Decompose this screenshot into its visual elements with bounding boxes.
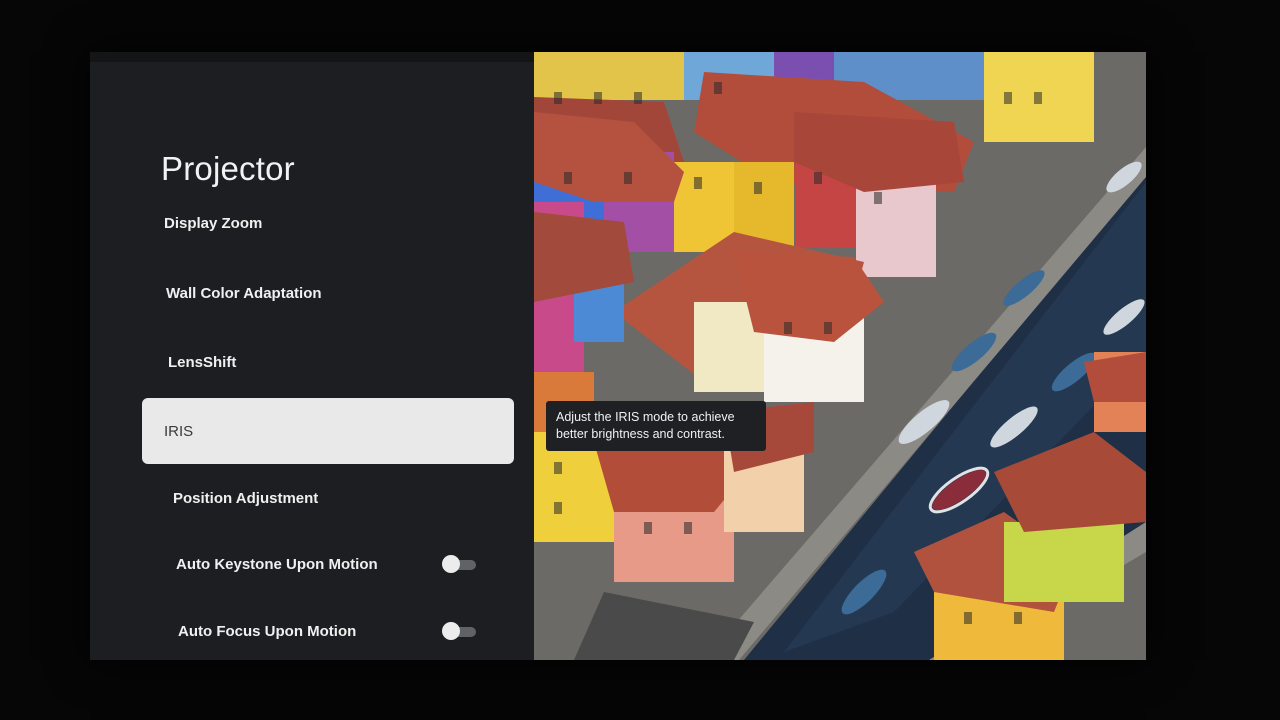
projector-screen: Projector Display Zoom Wall Color Adapta… [90, 52, 1146, 660]
menu-item-label: Wall Color Adaptation [166, 284, 322, 302]
menu-item-label: Display Zoom [164, 214, 263, 232]
settings-panel: Projector Display Zoom Wall Color Adapta… [90, 62, 534, 660]
menu-item-wall-color-adaptation[interactable]: Wall Color Adaptation [142, 260, 514, 326]
toggle-knob [442, 622, 460, 640]
menu-item-display-zoom[interactable]: Display Zoom [142, 190, 514, 256]
menu-item-position-adjustment[interactable]: Position Adjustment [142, 465, 514, 531]
menu-item-label: IRIS [164, 422, 194, 440]
menu-item-lensshift[interactable]: LensShift [142, 329, 514, 395]
menu-item-label: Auto Keystone Upon Motion [176, 555, 378, 573]
iris-tooltip: Adjust the IRIS mode to achieve better b… [546, 401, 766, 451]
auto-keystone-toggle[interactable] [442, 555, 476, 573]
menu-item-iris[interactable]: IRIS [142, 398, 514, 464]
menu-item-label: Auto Focus Upon Motion [178, 622, 357, 640]
auto-focus-toggle[interactable] [442, 622, 476, 640]
menu-item-label: Position Adjustment [173, 489, 319, 507]
toggle-knob [442, 555, 460, 573]
menu-item-auto-focus[interactable]: Auto Focus Upon Motion [142, 598, 514, 660]
background-photo [534, 52, 1146, 660]
menu-item-auto-keystone[interactable]: Auto Keystone Upon Motion [142, 531, 514, 597]
panel-title: Projector [161, 150, 295, 187]
canal-scene-image [534, 52, 1146, 660]
menu-item-label: LensShift [168, 353, 237, 371]
